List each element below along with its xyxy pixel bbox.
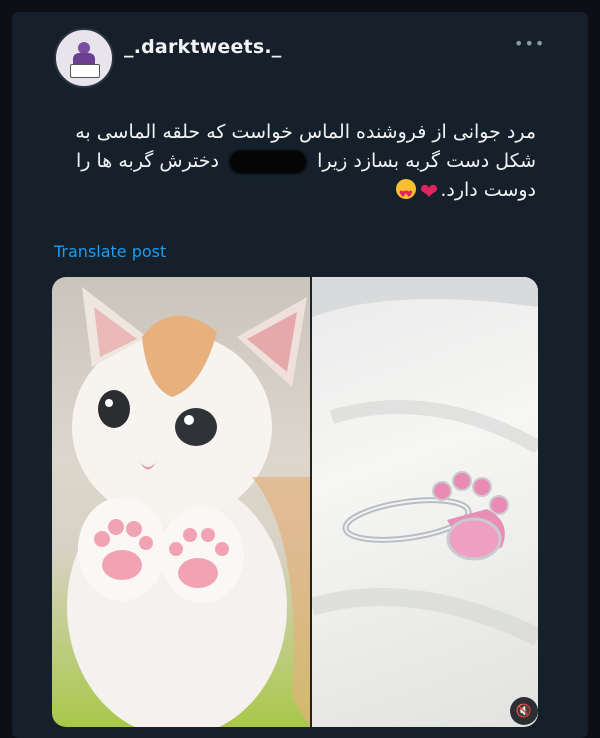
heart-eyes-emoji-icon xyxy=(395,179,416,210)
post-text-line-2: شکل دست گربه بسازد زیرا دخترش گربه ها را xyxy=(60,147,536,176)
post-media[interactable] xyxy=(52,277,538,727)
post-text: مرد جوانی از فروشنده الماس خواست که حلقه… xyxy=(60,118,536,210)
ring-image[interactable] xyxy=(309,277,538,727)
mute-button[interactable]: 🔇 xyxy=(510,697,538,725)
more-options-icon[interactable]: ••• xyxy=(514,34,545,53)
paw-ring-illustration-icon xyxy=(309,277,538,646)
screenshot: _.darktweets._ ••• مرد جوانی از فروشنده … xyxy=(0,0,600,738)
kitten-image[interactable] xyxy=(52,277,310,727)
avatar-figure-icon xyxy=(69,42,100,78)
post-text-line-1: مرد جوانی از فروشنده الماس خواست که حلقه… xyxy=(75,121,536,143)
redacted-word xyxy=(229,149,308,174)
avatar[interactable] xyxy=(54,28,114,88)
post-text-line-2a: شکل دست گربه بسازد زیرا xyxy=(317,150,536,172)
mute-icon: 🔇 xyxy=(515,703,533,719)
post-text-line-3: دوست دارد.❤ xyxy=(60,176,536,210)
post-text-line-2b: دخترش گربه ها را xyxy=(76,150,220,172)
red-heart-emoji-icon: ❤ xyxy=(419,180,439,205)
username[interactable]: _.darktweets._ xyxy=(124,36,281,58)
translate-post-link[interactable]: Translate post xyxy=(54,242,166,261)
post-text-line-3-text: دوست دارد. xyxy=(440,179,536,201)
kitten-illustration-icon xyxy=(67,287,310,727)
